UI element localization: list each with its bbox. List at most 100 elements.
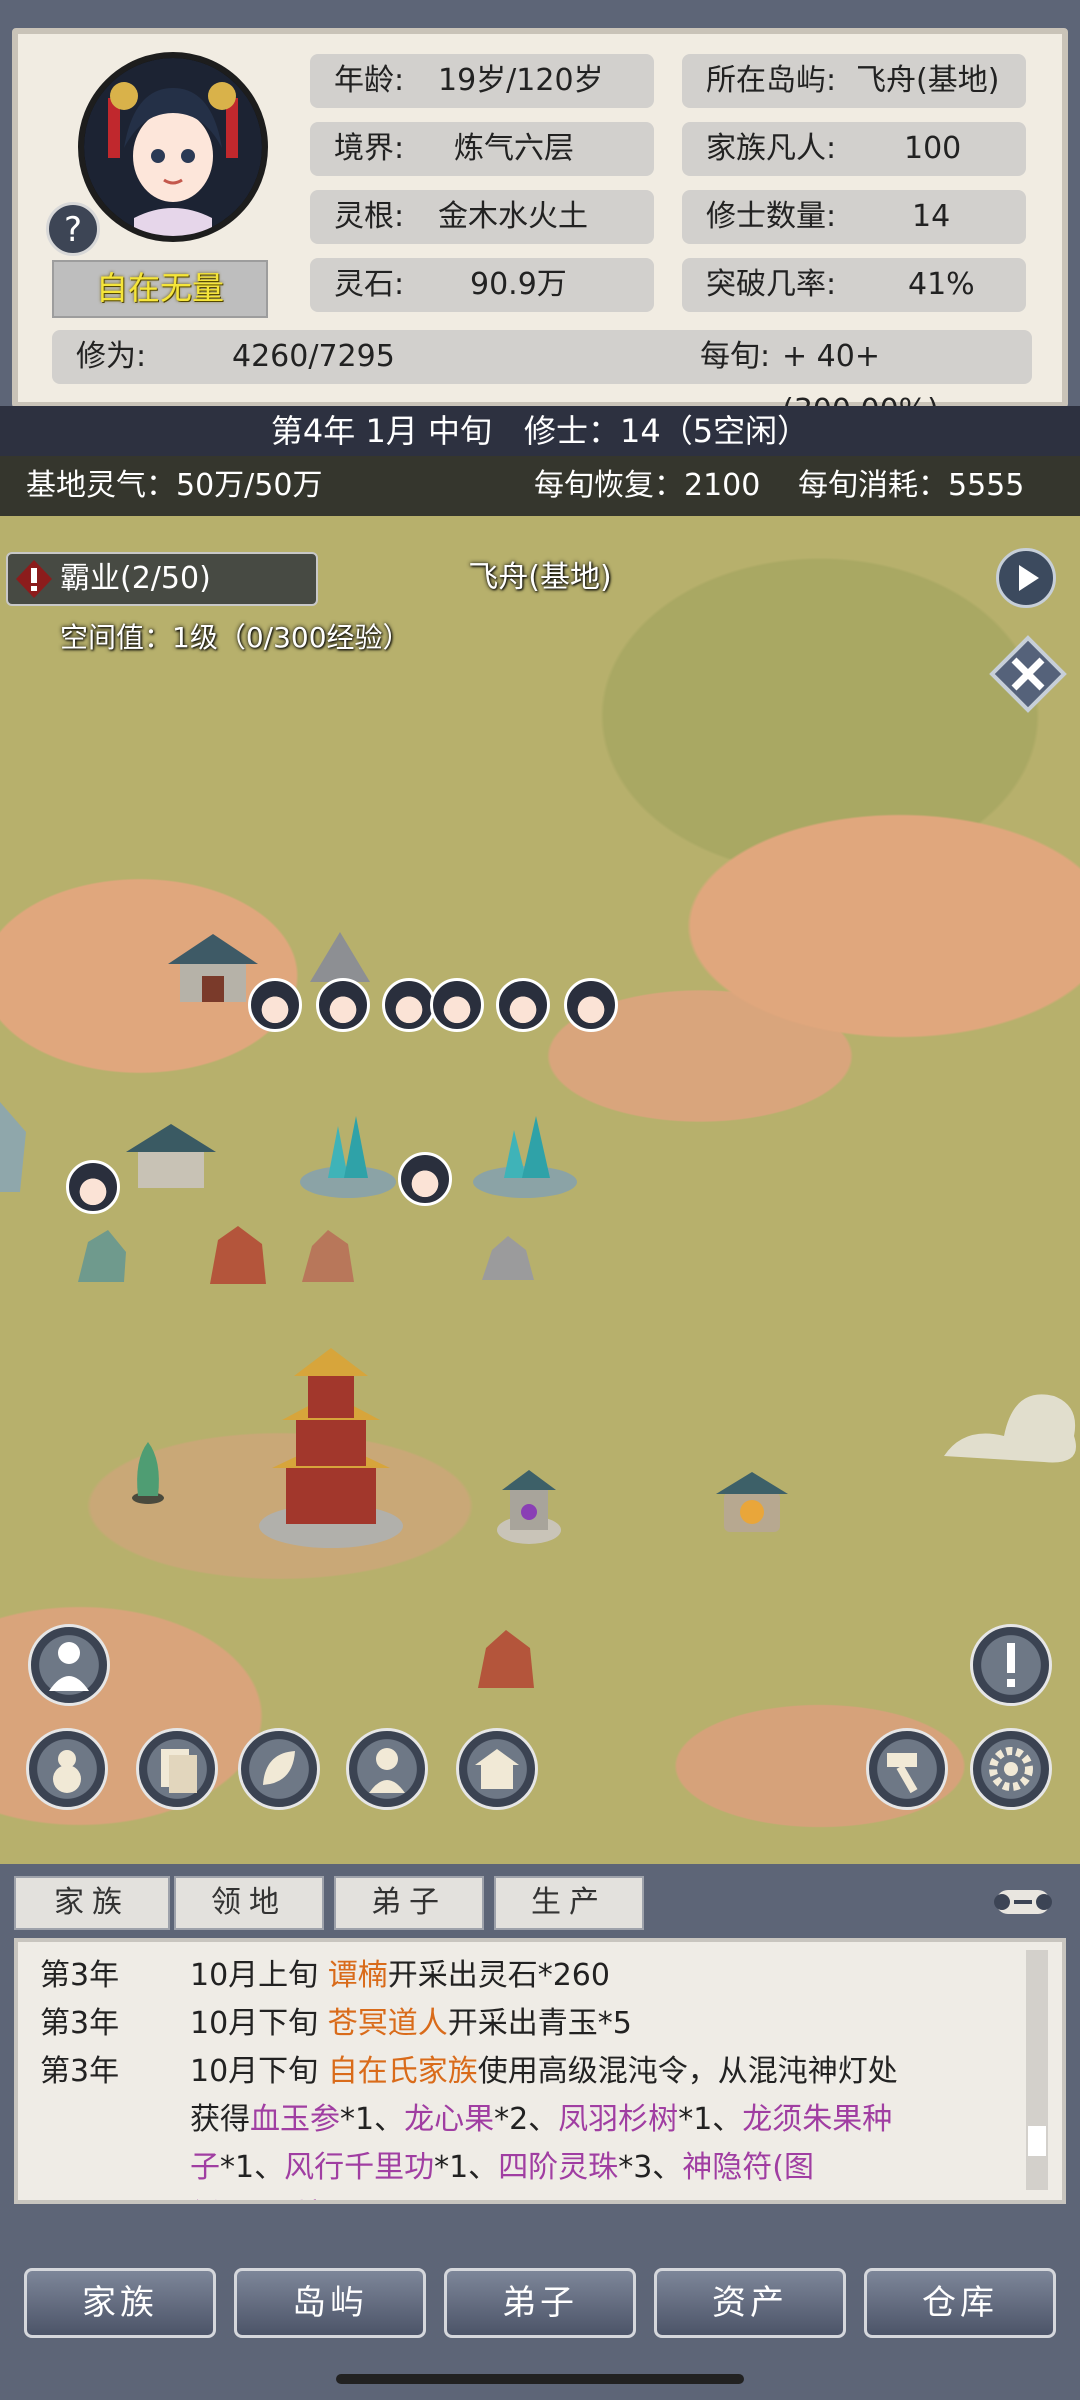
help-button[interactable]: ? — [46, 202, 100, 256]
log-text: 使用高级混沌令，从混沌神灯处 — [477, 2054, 898, 2089]
log-highlight[interactable]: 自在氏家族 — [328, 2054, 478, 2089]
settings-button[interactable] — [970, 1728, 1052, 1810]
age-stat: 年龄: 19岁/120岁 — [310, 54, 654, 108]
temple-icon — [475, 1749, 519, 1789]
disciple-avatar[interactable] — [564, 978, 618, 1032]
disciple-avatar[interactable] — [66, 1160, 120, 1214]
notice-button[interactable] — [970, 1624, 1052, 1706]
mortals-stat: 家族凡人: 100 — [682, 122, 1026, 176]
breakthrough-value: 41% — [908, 267, 975, 302]
close-map-button[interactable] — [988, 634, 1068, 714]
nav-family-button[interactable]: 家族 — [24, 2268, 216, 2338]
base-map[interactable]: 基地灵气：50万/50万 每旬恢复：2100 每旬消耗：5555 霸业(2/50… — [0, 456, 1080, 1864]
nav-assets-button[interactable]: 资产 — [654, 2268, 846, 2338]
per-period-label: 每旬: — [700, 339, 771, 374]
jade-statue[interactable] — [128, 1436, 168, 1506]
log-message: 纸)*1、培元丹(下品)*1 — [190, 2190, 503, 2200]
build-hammer-button[interactable] — [866, 1728, 948, 1810]
stones-value: 90.9万 — [470, 267, 567, 302]
nav-warehouse-button[interactable]: 仓库 — [864, 2268, 1056, 2338]
realm-stat: 境界: 炼气六层 — [310, 122, 654, 176]
consumption-text: 每旬消耗：5555 — [798, 468, 1025, 503]
disciple-avatar[interactable] — [496, 978, 550, 1032]
ore-rock[interactable] — [474, 1628, 538, 1692]
cloud-decoration — [944, 1394, 1076, 1463]
recovery-text: 每旬恢复：2100 — [534, 468, 761, 503]
tab-disciples[interactable]: 弟子 — [334, 1876, 484, 1930]
mortals-value: 100 — [904, 131, 962, 166]
log-highlight[interactable]: 凤羽杉树 — [558, 2102, 678, 2137]
portrait-image — [84, 58, 262, 236]
tab-family[interactable]: 家族 — [14, 1876, 170, 1930]
log-highlight[interactable]: 血玉参 — [250, 2102, 340, 2137]
log-highlight[interactable]: 苍冥道人 — [328, 2006, 448, 2041]
log-highlight[interactable]: 子 — [190, 2150, 220, 2185]
island-label: 所在岛屿: — [706, 63, 837, 98]
crystal-cluster[interactable] — [298, 1112, 398, 1202]
disciple-avatar[interactable] — [382, 978, 436, 1032]
age-label: 年龄: — [334, 63, 405, 98]
ore-rock[interactable] — [478, 1234, 538, 1284]
close-icon — [989, 635, 1067, 713]
disciple-manage-button[interactable] — [28, 1624, 110, 1706]
disciple-avatar[interactable] — [398, 1152, 452, 1206]
log-text: 开采出灵石*260 — [387, 1958, 610, 1993]
breakthrough-label: 突破几率: — [706, 267, 837, 302]
sage-button[interactable] — [346, 1728, 428, 1810]
house-building[interactable] — [126, 1120, 216, 1190]
ore-rock[interactable] — [298, 1226, 358, 1286]
event-log[interactable]: 第3年 10月上旬 谭楠开采出灵石*260 第3年 10月下旬 苍冥道人开采出青玉*5… — [14, 1938, 1066, 2204]
disciple-avatar[interactable] — [430, 978, 484, 1032]
disciple-avatar[interactable] — [316, 978, 370, 1032]
log-text: *3、 — [618, 2150, 683, 2185]
log-text: 获得 — [190, 2102, 250, 2137]
tab-territory[interactable]: 领地 — [174, 1876, 324, 1930]
ore-rock[interactable] — [72, 1226, 132, 1286]
play-button[interactable] — [996, 548, 1056, 608]
herb-button[interactable] — [238, 1728, 320, 1810]
cultivators-stat: 修士数量: 14 — [682, 190, 1026, 244]
log-year: 第3年 — [40, 1958, 120, 1993]
gourd-button[interactable] — [26, 1728, 108, 1810]
building-button[interactable] — [456, 1728, 538, 1810]
cards-icon — [161, 1749, 197, 1793]
disciple-avatar[interactable] — [248, 978, 302, 1032]
spirit-stones-stat: 灵石: 90.9万 — [310, 258, 654, 312]
cultivation-label: 修为: — [76, 339, 147, 374]
log-message: 10月下旬 苍冥道人开采出青玉*5 — [190, 1998, 632, 2042]
log-highlight[interactable]: 培元丹(下品) — [296, 2198, 469, 2200]
mortals-label: 家族凡人: — [706, 131, 837, 166]
log-highlight[interactable]: 龙心果 — [404, 2102, 494, 2137]
nav-disciples-button[interactable]: 弟子 — [444, 2268, 636, 2338]
shrine-building[interactable] — [494, 1466, 564, 1546]
character-avatar[interactable] — [78, 52, 268, 242]
cards-button[interactable] — [136, 1728, 218, 1810]
crystal-cluster[interactable] — [470, 1110, 580, 1200]
ore-rock[interactable] — [206, 1224, 270, 1288]
spirit-root-stat: 灵根: 金木水火土 — [310, 190, 654, 244]
log-highlight[interactable]: 四阶灵珠 — [498, 2150, 618, 2185]
tab-production[interactable]: 生产 — [494, 1876, 644, 1930]
log-highlight[interactable]: 纸) — [190, 2198, 232, 2200]
log-highlight[interactable]: 风行千里功 — [284, 2150, 434, 2185]
log-highlight[interactable]: 龙须朱果种 — [742, 2102, 892, 2137]
island-stat: 所在岛屿: 飞舟(基地) — [682, 54, 1026, 108]
breakthrough-stat: 突破几率: 41% — [682, 258, 1026, 312]
hall-building[interactable] — [168, 926, 258, 1006]
lantern-building[interactable] — [710, 1468, 794, 1548]
spirit-qi-text: 基地灵气：50万/50万 — [26, 468, 323, 503]
cliff-rock — [0, 1102, 26, 1192]
log-highlight[interactable]: 神隐符(图 — [682, 2150, 814, 2185]
log-highlight[interactable]: 谭楠 — [328, 1958, 388, 1993]
dominion-badge[interactable]: 霸业(2/50) — [6, 552, 318, 606]
log-year: 第3年 — [40, 2054, 120, 2089]
character-name[interactable]: 自在无量 — [52, 260, 268, 318]
log-message: 10月上旬 谭楠开采出灵石*260 — [190, 1950, 610, 1994]
log-scroll-thumb[interactable] — [1028, 2126, 1046, 2156]
realm-label: 境界: — [334, 131, 405, 166]
nav-island-button[interactable]: 岛屿 — [234, 2268, 426, 2338]
log-tabs-bar: 家族 领地 弟子 生产 — [0, 1864, 1080, 1938]
expand-log-icon[interactable] — [988, 1882, 1058, 1922]
pagoda-building[interactable] — [256, 1344, 406, 1554]
log-text: *1、 — [678, 2102, 743, 2137]
